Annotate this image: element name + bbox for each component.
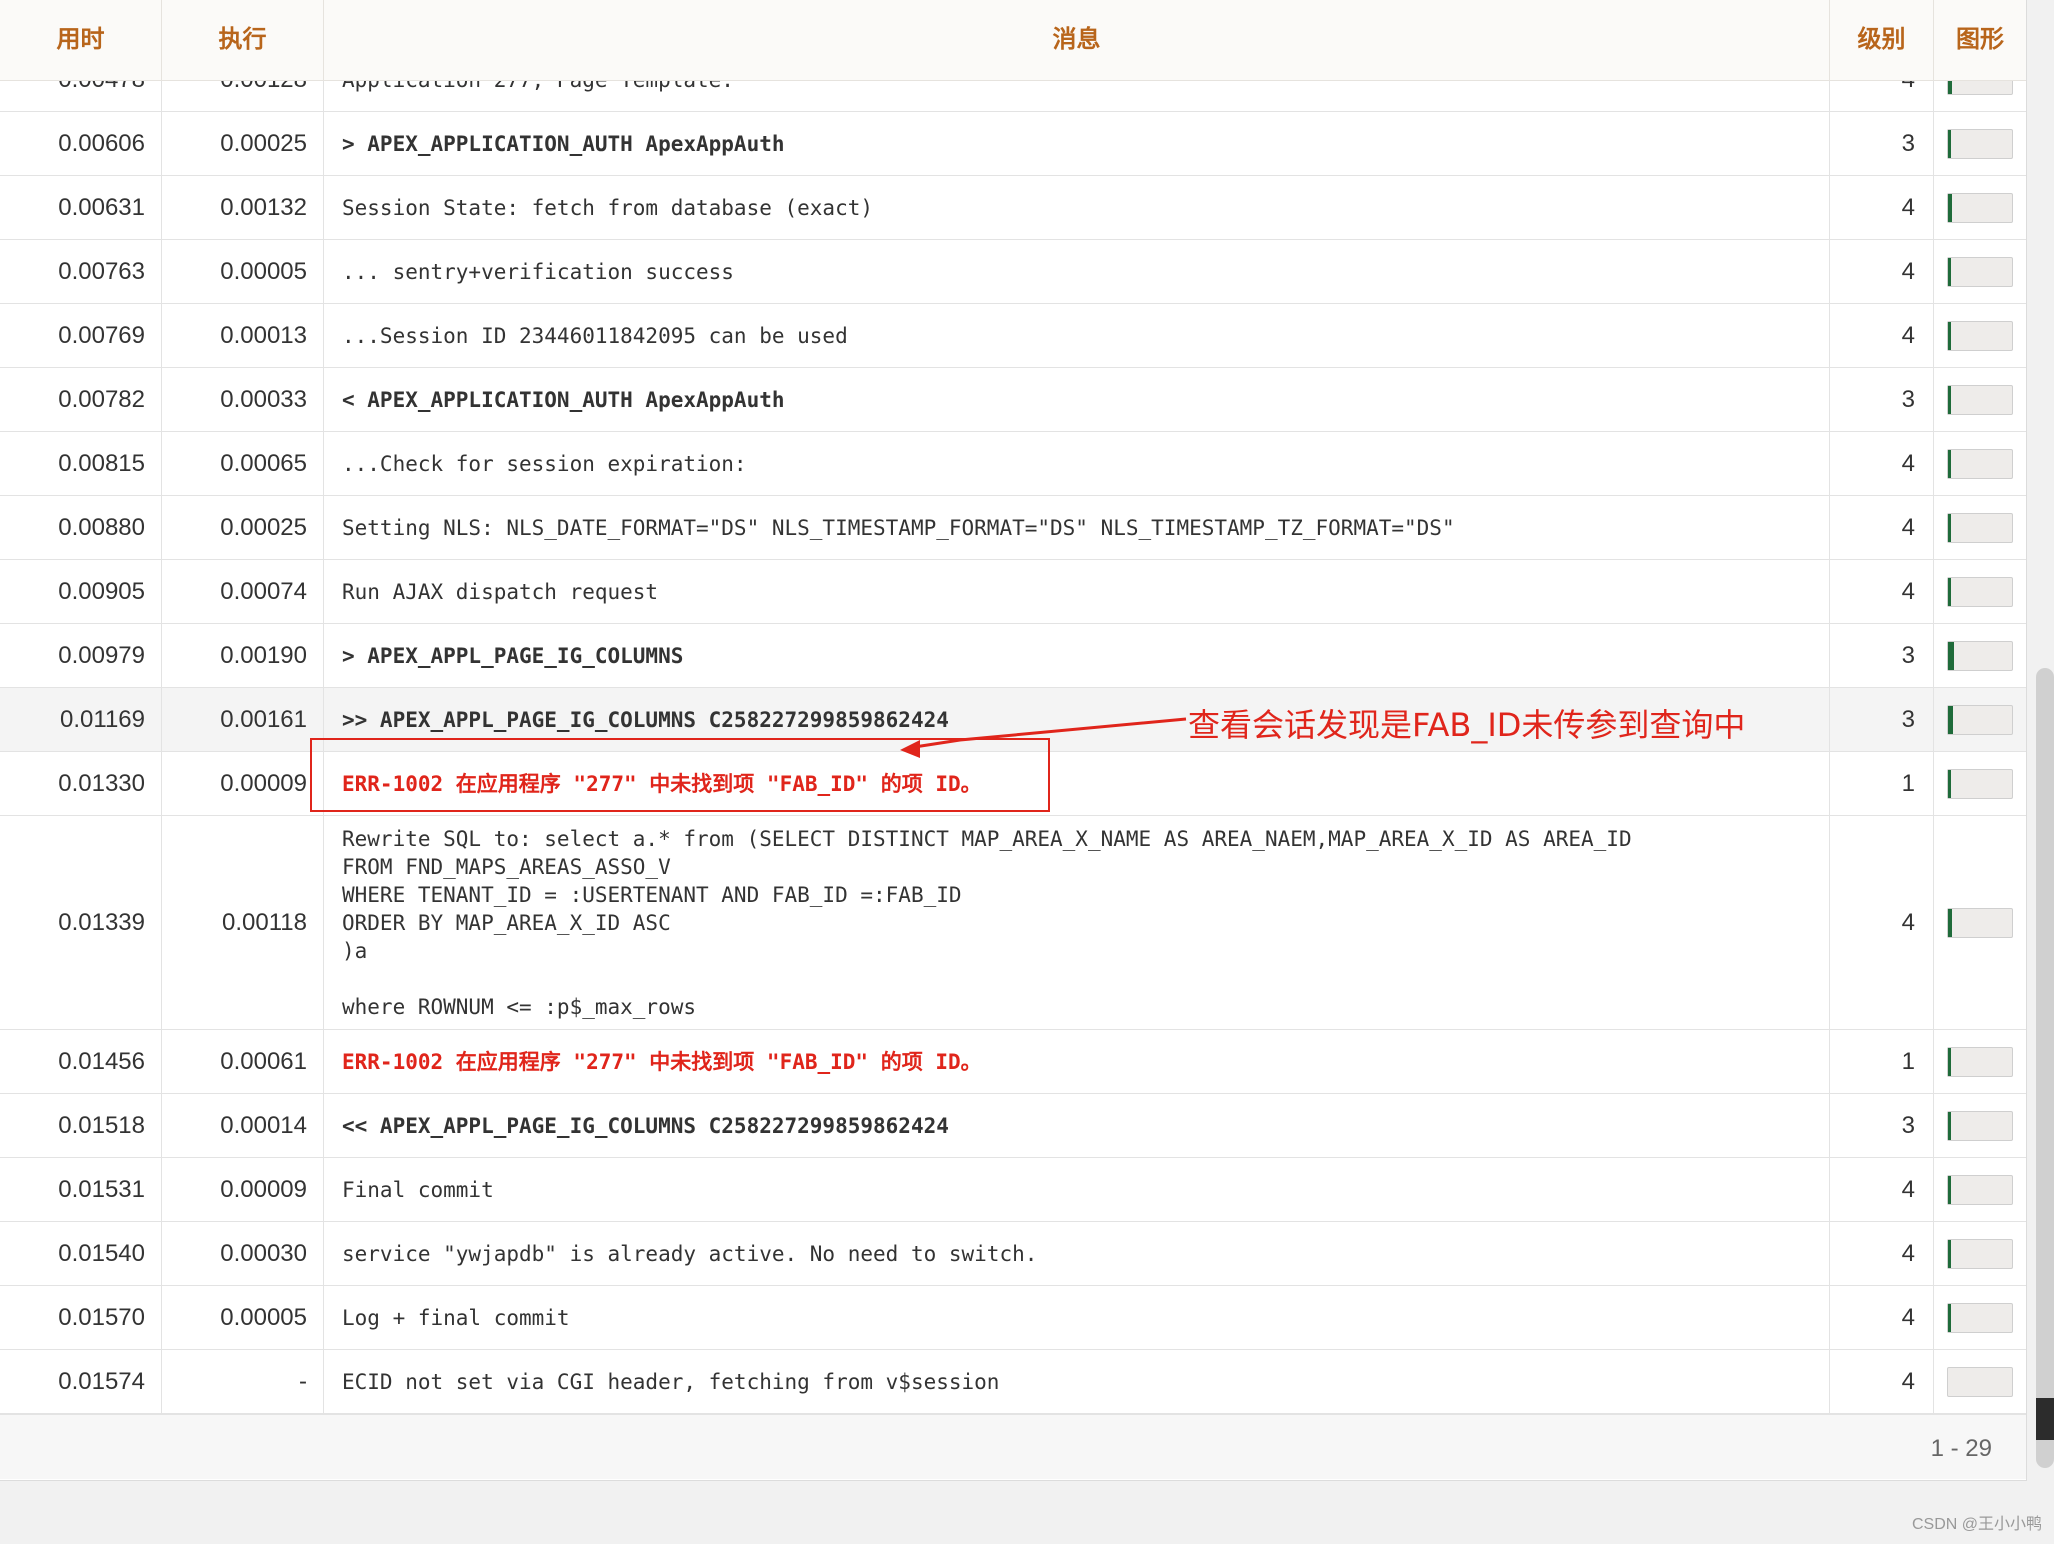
annotation-note: 查看会话发现是FAB_ID未传参到查询中: [1188, 706, 1746, 744]
annotation-arrow-icon: [900, 717, 1187, 758]
